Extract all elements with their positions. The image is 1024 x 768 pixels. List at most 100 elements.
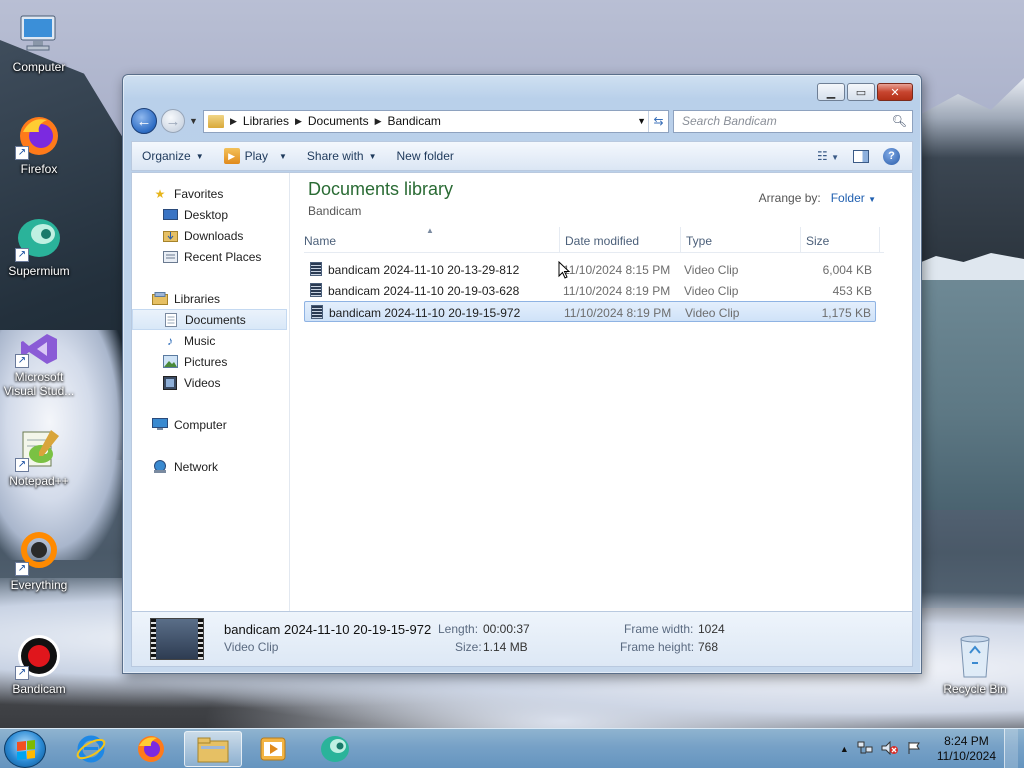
- nav-pictures[interactable]: Pictures: [132, 351, 289, 372]
- music-icon: ♪: [167, 333, 173, 348]
- desktop-icon-supermium[interactable]: ↗ Supermium: [0, 214, 78, 278]
- taskbar-firefox[interactable]: [122, 731, 180, 767]
- windows-logo-icon: [17, 740, 35, 760]
- help-button[interactable]: ?: [883, 147, 900, 165]
- documents-icon: [163, 312, 179, 327]
- nav-favorites[interactable]: ★ Favorites: [132, 183, 289, 204]
- nav-documents[interactable]: Documents: [132, 309, 287, 330]
- file-type: Video Clip: [684, 284, 739, 298]
- arrow-left-icon: ←: [136, 112, 152, 130]
- breadcrumb-bandicam[interactable]: Bandicam: [388, 114, 441, 128]
- desktop-icon-visual-studio[interactable]: ↗ Microsoft Visual Stud...: [0, 330, 78, 398]
- file-type: Video Clip: [685, 306, 740, 320]
- play-icon: ▶: [223, 148, 240, 164]
- preview-pane-button[interactable]: [853, 149, 869, 163]
- taskbar-supermium[interactable]: [306, 731, 364, 767]
- organize-label: Organize: [142, 149, 191, 163]
- system-tray: ▲ 8:24 PM 11/10/2024: [840, 729, 1024, 768]
- column-header-name[interactable]: Name: [304, 234, 336, 248]
- video-file-icon: [310, 262, 322, 276]
- search-placeholder: Search Bandicam: [682, 114, 777, 128]
- breadcrumb-separator-icon[interactable]: ▶: [230, 116, 237, 127]
- column-header-size[interactable]: Size: [806, 234, 829, 248]
- recent-pages-dropdown[interactable]: ▼: [189, 116, 199, 126]
- address-history-dropdown[interactable]: ▼: [637, 116, 646, 126]
- breadcrumb-separator-icon[interactable]: ▶: [295, 116, 302, 127]
- chevron-down-icon: ▼: [868, 195, 876, 204]
- nav-libraries[interactable]: Libraries: [132, 288, 289, 309]
- arrange-by-dropdown[interactable]: Folder ▼: [831, 191, 876, 205]
- show-hidden-icons-button[interactable]: ▲: [840, 744, 849, 754]
- video-file-icon: [310, 283, 322, 297]
- table-row[interactable]: bandicam 2024-11-10 20-19-03-628 11/10/2…: [304, 280, 876, 301]
- desktop-icon-everything[interactable]: ↗ Everything: [0, 528, 78, 592]
- refresh-button[interactable]: ⇆: [648, 110, 668, 132]
- nav-downloads[interactable]: Downloads: [132, 225, 289, 246]
- internet-explorer-icon: [76, 735, 106, 763]
- start-button[interactable]: [4, 730, 46, 768]
- nav-desktop[interactable]: Desktop: [132, 204, 289, 225]
- nav-label: Pictures: [184, 354, 228, 369]
- taskbar-windows-explorer[interactable]: [184, 731, 242, 767]
- arrange-by-label: Arrange by:: [758, 191, 821, 205]
- change-view-button[interactable]: ☷ ▼: [817, 149, 839, 163]
- file-date: 11/10/2024 8:19 PM: [564, 306, 672, 320]
- chevron-down-icon: ▼: [278, 151, 287, 161]
- arrange-by-value: Folder: [830, 191, 865, 205]
- videos-icon: [162, 375, 178, 390]
- taskbar-internet-explorer[interactable]: [62, 731, 120, 767]
- breadcrumb-separator-icon[interactable]: ▶: [375, 116, 382, 127]
- column-header-date[interactable]: Date modified: [565, 234, 639, 248]
- everything-icon: ↗: [15, 528, 63, 576]
- nav-videos[interactable]: Videos: [132, 372, 289, 393]
- nav-network[interactable]: Network: [132, 456, 289, 477]
- table-row[interactable]: bandicam 2024-11-10 20-13-29-812 11/10/2…: [304, 259, 876, 280]
- clock-date: 11/10/2024: [936, 749, 996, 763]
- nav-recent-places[interactable]: Recent Places: [132, 246, 289, 267]
- desktop-icon-notepadpp[interactable]: ↗ Notepad++: [0, 424, 78, 488]
- taskbar-clock[interactable]: 8:24 PM 11/10/2024: [937, 734, 996, 764]
- play-button[interactable]: ▶ Play ▼: [214, 142, 297, 170]
- network-status-icon[interactable]: [857, 741, 873, 758]
- share-with-button[interactable]: Share with ▼: [297, 142, 387, 170]
- chevron-down-icon: ▼: [368, 151, 377, 161]
- search-input[interactable]: Search Bandicam 🔍︎: [673, 109, 913, 133]
- organize-button[interactable]: Organize ▼: [132, 142, 214, 170]
- desktop-icon-label: Notepad++: [9, 474, 69, 488]
- visual-studio-icon: ↗: [15, 330, 63, 368]
- desktop-icon-firefox[interactable]: ↗ Firefox: [0, 112, 78, 176]
- desktop-icon-bandicam[interactable]: ↗ Bandicam: [0, 632, 78, 696]
- computer-icon: [15, 10, 63, 58]
- firefox-icon: [138, 736, 164, 762]
- nav-label: Computer: [174, 417, 227, 432]
- media-player-icon: [260, 737, 286, 761]
- desktop-icon-recycle-bin[interactable]: Recycle Bin: [936, 632, 1014, 696]
- firefox-icon: ↗: [15, 112, 63, 160]
- column-header-type[interactable]: Type: [686, 234, 712, 248]
- arrow-right-icon: →: [165, 112, 181, 130]
- details-size-label: Size:: [455, 640, 482, 654]
- desktop-icon-computer[interactable]: Computer: [0, 10, 78, 74]
- show-desktop-button[interactable]: [1004, 729, 1018, 768]
- maximize-button[interactable]: ▭: [847, 83, 875, 101]
- taskbar-media-player[interactable]: [244, 731, 302, 767]
- forward-button[interactable]: →: [161, 109, 185, 133]
- nav-label: Documents: [185, 312, 246, 327]
- address-bar[interactable]: ▶ Libraries ▶ Documents ▶ Bandicam ▼ ⇆: [203, 109, 669, 133]
- search-icon[interactable]: 🔍︎: [892, 114, 907, 128]
- minimize-button[interactable]: ▁: [817, 83, 845, 101]
- breadcrumb-documents[interactable]: Documents: [308, 114, 369, 128]
- table-row-selected[interactable]: bandicam 2024-11-10 20-19-15-972 11/10/2…: [304, 301, 876, 322]
- column-header-row: ▲ Name Date modified Type Size: [304, 226, 884, 253]
- volume-muted-icon[interactable]: [881, 740, 899, 758]
- windows-explorer-icon: [197, 737, 229, 763]
- nav-music[interactable]: ♪ Music: [132, 330, 289, 351]
- back-button[interactable]: ←: [131, 108, 157, 134]
- action-center-flag-icon[interactable]: [907, 741, 921, 758]
- nav-computer[interactable]: Computer: [132, 414, 289, 435]
- computer-icon: [152, 418, 168, 432]
- breadcrumb-libraries[interactable]: Libraries: [243, 114, 289, 128]
- close-button[interactable]: ✕: [877, 83, 913, 101]
- new-folder-button[interactable]: New folder: [387, 142, 464, 170]
- address-bar-row: ← → ▼ ▶ Libraries ▶ Documents ▶ Bandicam…: [131, 107, 913, 135]
